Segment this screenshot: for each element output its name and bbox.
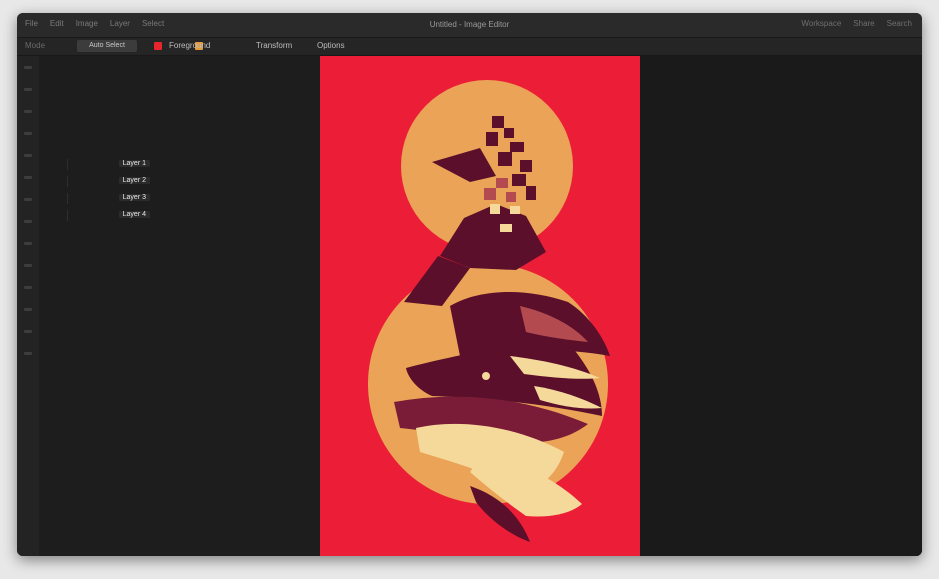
canvas-pasteboard[interactable] — [640, 56, 922, 556]
layers-panel: Layer 1 Layer 2 Layer 3 Layer 4 — [39, 56, 320, 556]
move-tool-icon[interactable] — [24, 66, 32, 69]
app-window: File Edit Image Layer Select Untitled - … — [17, 13, 922, 556]
hand-tool-icon[interactable] — [24, 264, 32, 267]
artboard[interactable] — [320, 56, 640, 556]
select-tool-icon[interactable] — [24, 88, 32, 91]
title-bar: File Edit Image Layer Select Untitled - … — [17, 13, 922, 38]
toolbar-item-transform[interactable]: Transform — [256, 41, 292, 50]
layer-row[interactable]: Layer 1 — [67, 159, 158, 170]
toolbar-item-foreground[interactable]: Foreground — [169, 41, 210, 50]
auto-select-dropdown[interactable]: Auto Select — [77, 40, 137, 52]
options-toolbar: Mode Auto Select Foreground Transform Op… — [17, 38, 922, 56]
tools-rail — [17, 56, 40, 556]
foreground-color-swatch[interactable] — [154, 42, 162, 50]
layer-name: Layer 3 — [118, 194, 150, 201]
canvas-area[interactable] — [320, 56, 922, 556]
eraser-tool-icon[interactable] — [24, 176, 32, 179]
shape-tool-icon[interactable] — [24, 242, 32, 245]
lasso-tool-icon[interactable] — [24, 110, 32, 113]
mode-label: Mode — [25, 41, 46, 50]
layer-row[interactable]: Layer 3 — [67, 193, 158, 204]
brush-tool-icon[interactable] — [24, 154, 32, 157]
eyedropper-tool-icon[interactable] — [24, 308, 32, 311]
gradient-tool-icon[interactable] — [24, 198, 32, 201]
layer-row[interactable]: Layer 2 — [67, 176, 158, 187]
layer-name: Layer 1 — [118, 160, 150, 167]
search-button[interactable]: Search — [887, 19, 912, 28]
title-bar-right: Workspace Share Search — [801, 19, 912, 28]
window-title: Untitled - Image Editor — [429, 20, 510, 29]
layer-name: Layer 2 — [118, 177, 150, 184]
layer-row[interactable]: Layer 4 — [67, 210, 158, 221]
text-tool-icon[interactable] — [24, 220, 32, 223]
share-button[interactable]: Share — [853, 19, 874, 28]
workspace-button[interactable]: Workspace — [801, 19, 841, 28]
layer-name: Layer 4 — [118, 211, 150, 218]
extra-tool-icon[interactable] — [24, 352, 32, 355]
zoom-tool-icon[interactable] — [24, 286, 32, 289]
artwork-illustration — [320, 56, 640, 556]
toolbar-item-options[interactable]: Options — [317, 41, 345, 50]
pen-tool-icon[interactable] — [24, 330, 32, 333]
crop-tool-icon[interactable] — [24, 132, 32, 135]
